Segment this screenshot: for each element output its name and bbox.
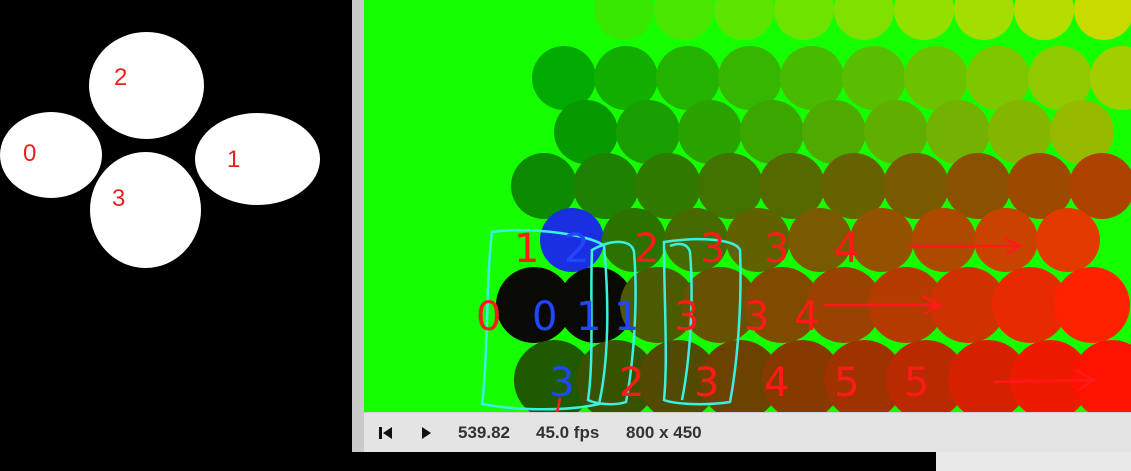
scene-circle	[894, 0, 954, 40]
bottom-light-strip	[936, 452, 1131, 471]
scene-circle	[664, 208, 728, 272]
scene-circle	[540, 208, 604, 272]
shader-canvas[interactable]	[364, 0, 1131, 412]
blob-3	[90, 152, 201, 268]
blob-0	[0, 112, 102, 198]
blob-label-3: 3	[112, 185, 126, 212]
scene-circle	[714, 0, 774, 40]
scene-circle	[602, 208, 666, 272]
scene-circle	[594, 0, 654, 40]
playback-controls: 539.82 45.0 fps 800 x 450	[364, 412, 1131, 453]
bottom-black-strip-2	[746, 452, 936, 471]
scene-circles	[496, 0, 1131, 412]
scene-circle	[1072, 340, 1131, 412]
scene-circle	[912, 208, 976, 272]
play-icon[interactable]	[416, 421, 438, 445]
scene-circle	[1036, 208, 1100, 272]
scene-circle	[654, 0, 714, 40]
blob-2	[89, 32, 204, 139]
scene-circle	[726, 208, 790, 272]
fps-readout: 45.0 fps	[536, 423, 600, 442]
blob-1	[195, 113, 320, 205]
resolution-readout: 800 x 450	[626, 423, 702, 442]
scene-circle	[954, 0, 1014, 40]
skip-back-icon[interactable]	[376, 421, 398, 445]
blob-label-1: 1	[227, 146, 241, 173]
scene-circle	[1054, 267, 1130, 343]
scene-circle	[1074, 0, 1131, 40]
scene-circle	[774, 0, 834, 40]
scene-circle	[974, 208, 1038, 272]
blob-label-0: 0	[23, 140, 37, 167]
left-panel: 0 1 2 3	[0, 0, 352, 471]
scene-circle	[1014, 0, 1074, 40]
time-readout: 539.82	[458, 423, 510, 442]
scene-circle	[834, 0, 894, 40]
blob-label-2: 2	[114, 64, 128, 91]
scene-circle	[1090, 46, 1131, 110]
scene-circle	[788, 208, 852, 272]
scene-circle	[850, 208, 914, 272]
bottom-black-strip	[352, 452, 746, 471]
